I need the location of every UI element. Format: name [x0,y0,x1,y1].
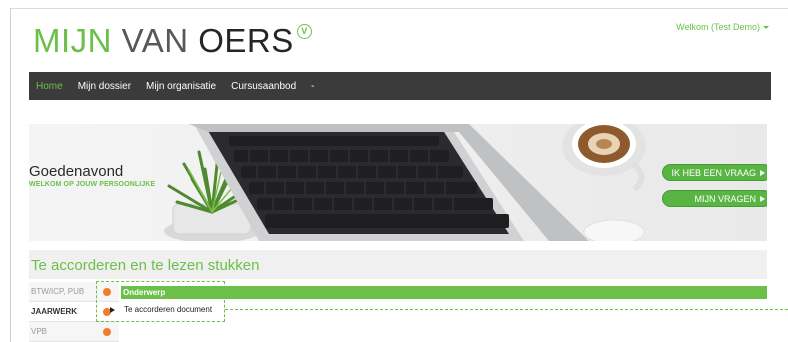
logo-text: MIJN VAN OERS [33,22,294,60]
main-navbar: Home Mijn dossier Mijn organisatie Cursu… [29,72,771,100]
play-arrow-icon [760,169,765,176]
ask-question-button[interactable]: IK HEB EEN VRAAG [662,164,767,181]
nav-item-mijn-organisatie[interactable]: Mijn organisatie [146,81,216,92]
play-arrow-icon [760,195,765,202]
coffee-cup-icon [562,124,646,241]
logo-part-van: VAN [121,22,199,59]
top-divider [10,8,788,9]
ask-question-label: IK HEB EEN VRAAG [671,167,756,178]
tab-label: VPB [31,327,48,336]
documents-section-header: Te accorderen en te lezen stukken [29,250,767,279]
user-menu[interactable]: Welkom (Test Demo) [676,22,769,32]
my-questions-label: MIJN VRAGEN [694,193,756,204]
left-divider [10,8,11,342]
tab-vpb[interactable]: VPB [29,322,119,342]
tab-label: JAARWERK [31,307,78,316]
section-title: Te accorderen en te lezen stukken [31,257,260,274]
greeting-title: Goedenavond [29,163,124,180]
logo-part-oers: OERS [198,22,294,59]
nav-item-more[interactable]: - [311,81,314,92]
site-logo[interactable]: MIJN VAN OERS V [33,22,312,62]
hero-banner: Goedenavond WELKOM OP JOUW PERSOONLIJKE … [29,124,767,241]
nav-item-cursusaanbod[interactable]: Cursusaanbod [231,81,296,92]
tab-label: BTW/ICP, PUB [31,287,85,296]
nav-item-mijn-dossier[interactable]: Mijn dossier [78,81,131,92]
page-frame: MIJN VAN OERS V Welkom (Test Demo) Home … [0,0,788,342]
logo-part-mijn: MIJN [33,22,122,59]
chevron-down-icon [763,26,769,29]
welcome-text: Welkom (Test Demo) [676,22,760,32]
greeting-subtitle: WELKOM OP JOUW PERSOONLIJKE [29,181,156,188]
logo-mark-icon: V [296,24,312,39]
nav-item-home[interactable]: Home [36,81,63,92]
callout-highlight-box [96,281,225,322]
my-questions-button[interactable]: MIJN VRAGEN [662,190,767,207]
status-dot-icon [103,328,111,336]
callout-line [225,309,788,310]
